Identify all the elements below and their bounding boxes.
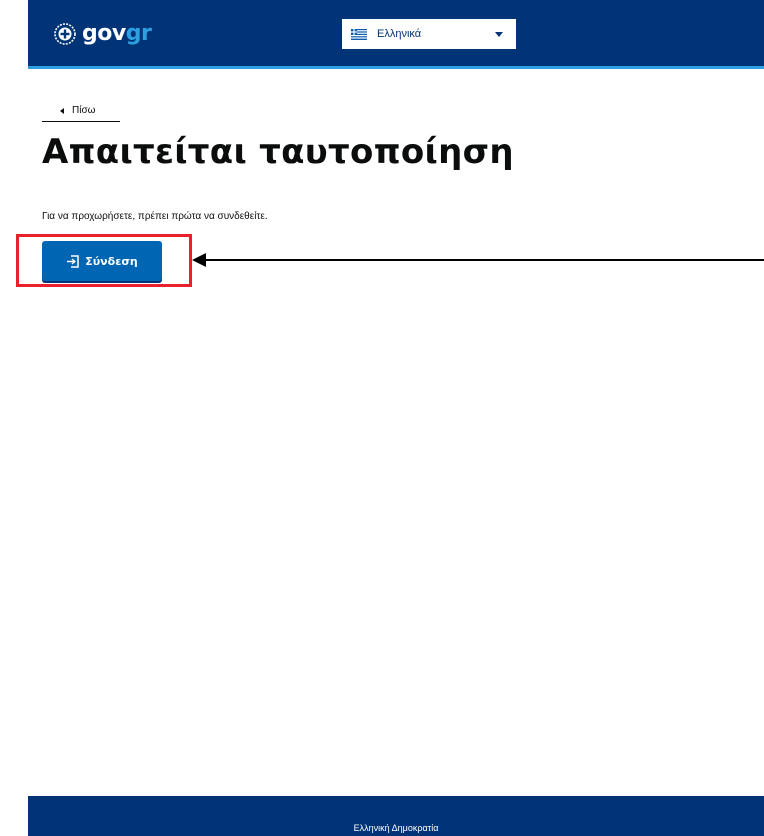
page-title: Απαιτείται ταυτοποίηση [42, 132, 514, 172]
header-bar: govgr Ελληνικά [28, 0, 764, 69]
page-description: Για να προχωρήσετε, πρέπει πρώτα να συνδ… [42, 211, 268, 222]
govgr-logo[interactable]: govgr [54, 18, 152, 50]
login-button[interactable]: Σύνδεση [42, 241, 162, 281]
footer: Ελληνική Δημοκρατία [28, 796, 764, 836]
language-label: Ελληνικά [377, 28, 422, 40]
greek-flag-icon [351, 28, 367, 40]
language-select[interactable]: Ελληνικά [342, 19, 516, 49]
footer-text: Ελληνική Δημοκρατία [353, 823, 439, 833]
chevron-down-icon [495, 32, 503, 37]
login-icon [67, 254, 79, 268]
greek-emblem-icon [54, 23, 76, 45]
back-link-label: Πίσω [72, 105, 96, 116]
login-button-label: Σύνδεση [85, 254, 138, 268]
chevron-left-icon [60, 107, 64, 114]
annotation-arrow [192, 253, 764, 267]
back-link[interactable]: Πίσω [42, 100, 120, 122]
logo-text: govgr [82, 21, 152, 46]
